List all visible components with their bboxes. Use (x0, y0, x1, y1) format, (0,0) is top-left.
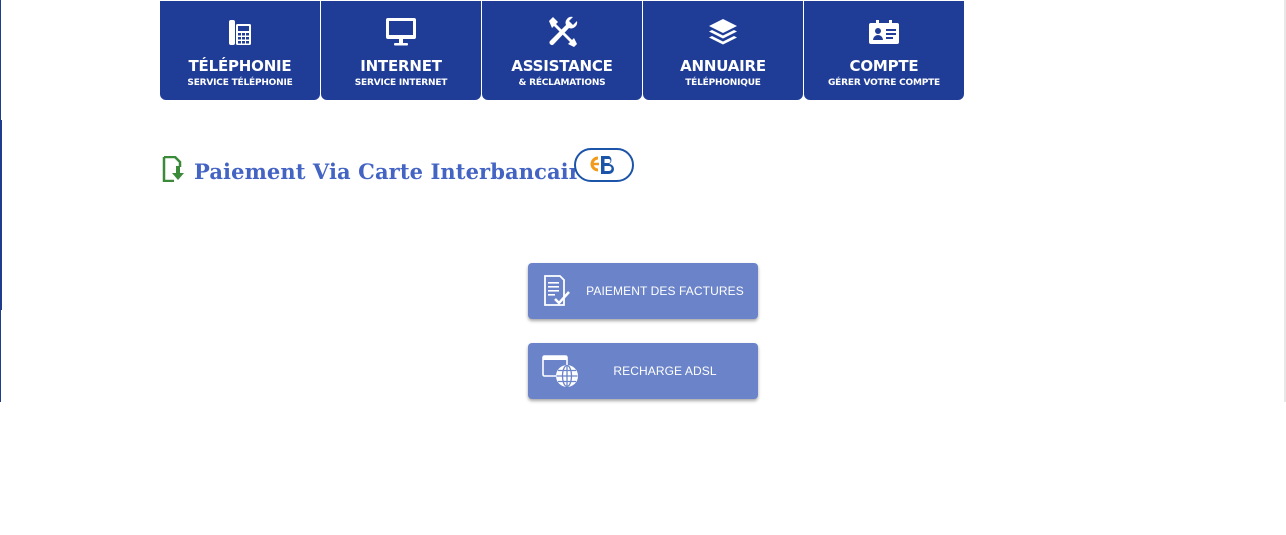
nav-item-compte[interactable]: COMPTE GÉRER VOTRE COMPTE (804, 1, 964, 100)
nav-item-annuaire[interactable]: ANNUAIRE TÉLÉPHONIQUE (643, 1, 803, 100)
download-document-icon (162, 155, 186, 187)
layers-icon (706, 15, 740, 49)
nav-item-assistance[interactable]: ASSISTANCE & RÉCLAMATIONS (482, 1, 642, 100)
recharge-adsl-label: RECHARGE ADSL (613, 364, 717, 378)
invoice-check-icon (542, 275, 572, 307)
nav-item-internet[interactable]: INTERNET SERVICE INTERNET (321, 1, 481, 100)
nav-subtitle: TÉLÉPHONIQUE (685, 78, 761, 88)
web-globe-icon (542, 355, 578, 388)
nav-title: COMPTE (849, 57, 919, 75)
nav-subtitle: GÉRER VOTRE COMPTE (828, 78, 940, 88)
id-card-icon (867, 15, 901, 49)
recharge-adsl-button[interactable]: RECHARGE ADSL (528, 343, 758, 399)
nav-subtitle: SERVICE TÉLÉPHONIE (187, 78, 293, 88)
tools-icon (545, 15, 579, 49)
monitor-icon (384, 15, 418, 49)
page-title: Paiement Via Carte Interbancaire (194, 159, 594, 184)
nav-title: INTERNET (360, 57, 442, 75)
pay-bills-button[interactable]: PAIEMENT DES FACTURES (528, 263, 758, 319)
page-frame: TÉLÉPHONIE SERVICE TÉLÉPHONIE INTERNET S… (0, 0, 1286, 402)
pay-bills-label: PAIEMENT DES FACTURES (586, 284, 744, 298)
nav-subtitle: & RÉCLAMATIONS (518, 78, 606, 88)
nav-title: ANNUAIRE (680, 57, 766, 75)
nav-item-telephonie[interactable]: TÉLÉPHONIE SERVICE TÉLÉPHONIE (160, 1, 320, 100)
section-heading: Paiement Via Carte Interbancaire (162, 155, 594, 187)
nav-subtitle: SERVICE INTERNET (354, 78, 448, 88)
nav-title: ASSISTANCE (511, 57, 613, 75)
nav-title: TÉLÉPHONIE (188, 57, 292, 75)
cb-logo (574, 148, 634, 182)
desk-phone-icon (223, 15, 257, 49)
top-navigation: TÉLÉPHONIE SERVICE TÉLÉPHONIE INTERNET S… (160, 1, 965, 100)
left-edge-accent (0, 120, 2, 310)
